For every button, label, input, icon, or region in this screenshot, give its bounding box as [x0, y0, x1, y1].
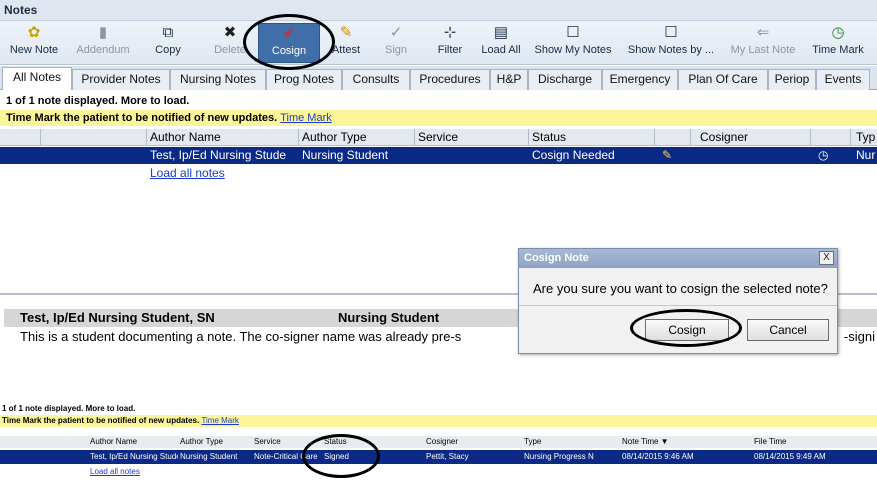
- col-type[interactable]: Type: [524, 437, 614, 446]
- cell-status: Cosign Needed: [532, 148, 615, 162]
- tab-h-and-p[interactable]: H&P: [490, 69, 528, 90]
- tab-procedures[interactable]: Procedures: [410, 69, 490, 90]
- load-all-notes-link[interactable]: Load all notes: [150, 166, 225, 180]
- notes-grid-header: Author Name Author Type Service Status C…: [0, 129, 877, 146]
- window-title: Notes: [4, 3, 38, 17]
- new-note-button[interactable]: ✿ New Note: [4, 23, 64, 63]
- preview-text: This is a student documenting a note. Th…: [20, 329, 462, 344]
- clock-icon: ◷: [818, 148, 829, 162]
- notes-tabs: All Notes Provider Notes Nursing Notes P…: [0, 66, 877, 90]
- checkbox-icon: ☐: [566, 24, 580, 41]
- attest-button[interactable]: ✎ Attest: [326, 23, 366, 63]
- clock-icon: ◷: [831, 24, 845, 41]
- addendum-icon: ▮: [98, 24, 108, 41]
- sign-button[interactable]: ✓ Sign: [378, 23, 414, 63]
- tab-prog-notes[interactable]: Prog Notes: [266, 69, 342, 90]
- result-time-mark-banner: Time Mark the patient to be notified of …: [0, 415, 877, 427]
- preview-author-type: Nursing Student: [338, 310, 440, 325]
- tab-discharge[interactable]: Discharge: [528, 69, 602, 90]
- checkbox-icon: ☐: [664, 24, 678, 41]
- filter-icon: ⊹: [443, 24, 457, 41]
- time-mark-banner: Time Mark the patient to be notified of …: [0, 110, 877, 126]
- col-author-name[interactable]: Author Name: [90, 437, 176, 446]
- cell-author-name: Test, Ip/Ed Nursing Stude: [90, 452, 178, 461]
- dialog-message: Are you sure you want to cosign the sele…: [533, 281, 828, 296]
- col-service[interactable]: Service: [254, 437, 320, 446]
- cosign-dialog: Cosign Note X Are you sure you want to c…: [518, 248, 838, 354]
- tab-nursing-notes[interactable]: Nursing Notes: [170, 69, 266, 90]
- table-row[interactable]: Test, Ip/Ed Nursing Stude Nursing Studen…: [0, 147, 877, 164]
- tab-all-notes[interactable]: All Notes: [2, 67, 72, 90]
- tab-emergency[interactable]: Emergency: [602, 69, 678, 90]
- time-mark-button[interactable]: ◷ Time Mark: [806, 23, 870, 63]
- back-arrow-icon: ⇐: [756, 24, 770, 41]
- result-note-count: 1 of 1 note displayed. More to load.: [2, 404, 136, 413]
- cancel-button[interactable]: Cancel: [747, 319, 829, 341]
- col-author-type[interactable]: Author Type: [302, 130, 412, 144]
- pen-icon: ✎: [662, 148, 673, 162]
- cosign-check-icon: ✔: [282, 25, 296, 42]
- load-all-icon: ▤: [493, 24, 509, 41]
- addendum-button[interactable]: ▮ Addendum: [70, 23, 136, 63]
- col-cosigner[interactable]: Cosigner: [426, 437, 516, 446]
- signed-result-panel: 1 of 1 note displayed. More to load. Tim…: [0, 400, 877, 481]
- tab-provider-notes[interactable]: Provider Notes: [72, 69, 170, 90]
- col-type[interactable]: Typ: [856, 130, 877, 144]
- table-row[interactable]: Test, Ip/Ed Nursing Stude Nursing Studen…: [0, 450, 877, 464]
- sign-check-icon: ✓: [389, 24, 403, 41]
- col-status[interactable]: Status: [324, 437, 414, 446]
- cell-author-type: Nursing Student: [302, 148, 389, 162]
- dialog-divider: [519, 305, 837, 306]
- close-icon[interactable]: X: [819, 251, 834, 265]
- attest-icon: ✎: [339, 24, 353, 41]
- cell-status: Signed: [324, 452, 349, 461]
- col-note-time[interactable]: Note Time ▼: [622, 437, 722, 446]
- preview-author: Test, Ip/Ed Nursing Student, SN: [20, 310, 215, 325]
- copy-icon: ⧉: [162, 24, 174, 41]
- result-time-mark-message: Time Mark the patient to be notified of …: [2, 416, 200, 425]
- show-notes-by-button[interactable]: ☐ Show Notes by ...: [622, 23, 720, 63]
- new-note-icon: ✿: [27, 24, 41, 41]
- title-bar: Notes: [0, 0, 877, 21]
- result-load-all-notes-link[interactable]: Load all notes: [90, 467, 140, 476]
- col-author-name[interactable]: Author Name: [150, 130, 298, 144]
- result-time-mark-link[interactable]: Time Mark: [201, 416, 238, 425]
- col-cosigner[interactable]: Cosigner: [700, 130, 810, 144]
- cell-file-time: 08/14/2015 9:49 AM: [754, 452, 826, 461]
- toolbar: ✿ New Note ▮ Addendum ⧉ Copy ✖ Delete ✔ …: [0, 21, 877, 65]
- cosign-button[interactable]: ✔ Cosign: [258, 23, 320, 63]
- my-last-note-button[interactable]: ⇐ My Last Note: [726, 23, 800, 63]
- cell-type: Nursing Progress N: [524, 452, 594, 461]
- time-mark-message: Time Mark the patient to be notified of …: [6, 112, 278, 124]
- delete-icon: ✖: [223, 24, 237, 41]
- notes-window: Notes ✿ New Note ▮ Addendum ⧉ Copy ✖ Del…: [0, 0, 877, 362]
- show-my-notes-button[interactable]: ☐ Show My Notes: [530, 23, 616, 63]
- cosign-confirm-button[interactable]: Cosign: [645, 319, 729, 341]
- cell-author-name: Test, Ip/Ed Nursing Stude: [150, 148, 287, 162]
- tab-consults[interactable]: Consults: [342, 69, 410, 90]
- preview-text-tail: -signi: [843, 329, 875, 344]
- cell-note-time: 08/14/2015 9:46 AM: [622, 452, 694, 461]
- filter-button[interactable]: ⊹ Filter: [432, 23, 468, 63]
- cell-cosigner: Pettit, Stacy: [426, 452, 469, 461]
- tab-events[interactable]: Events: [816, 69, 870, 90]
- dialog-title: Cosign Note: [519, 249, 837, 268]
- tab-plan-of-care[interactable]: Plan Of Care: [678, 69, 768, 90]
- col-file-time[interactable]: File Time: [754, 437, 854, 446]
- col-author-type[interactable]: Author Type: [180, 437, 250, 446]
- cell-service: Note-Critical Care: [254, 452, 318, 461]
- tab-periop[interactable]: Periop: [768, 69, 816, 90]
- cell-author-type: Nursing Student: [180, 452, 238, 461]
- delete-button[interactable]: ✖ Delete: [208, 23, 252, 63]
- col-status[interactable]: Status: [532, 130, 652, 144]
- time-mark-link[interactable]: Time Mark: [280, 112, 332, 124]
- load-all-button[interactable]: ▤ Load All: [478, 23, 524, 63]
- copy-button[interactable]: ⧉ Copy: [148, 23, 188, 63]
- col-service[interactable]: Service: [418, 130, 526, 144]
- cell-type: Nur: [856, 148, 876, 162]
- result-grid-header: Author Name Author Type Service Status C…: [0, 436, 877, 448]
- note-count: 1 of 1 note displayed. More to load.: [6, 95, 190, 107]
